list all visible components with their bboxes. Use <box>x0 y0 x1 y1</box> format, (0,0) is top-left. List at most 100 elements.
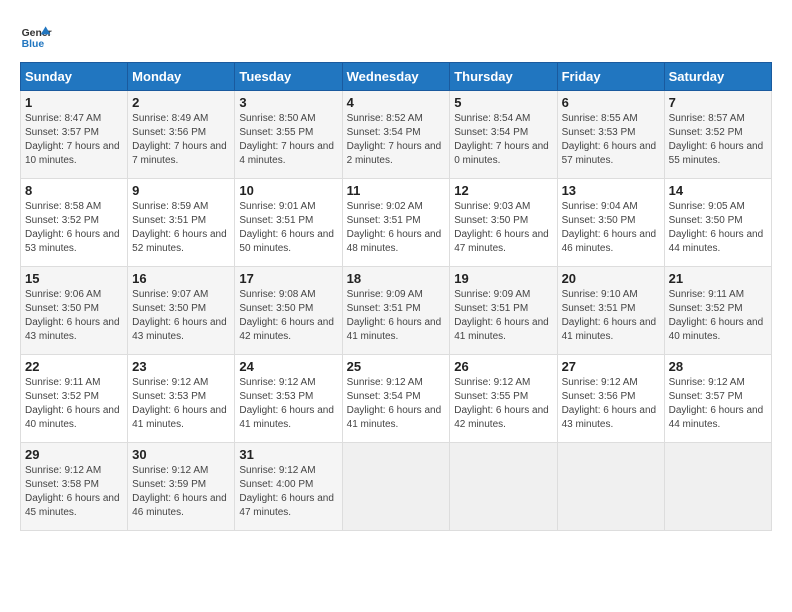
day-number: 6 <box>562 95 660 110</box>
day-info: Sunrise: 8:58 AMSunset: 3:52 PMDaylight:… <box>25 201 120 254</box>
table-row: 27 Sunrise: 9:12 AMSunset: 3:56 PMDaylig… <box>557 355 664 443</box>
day-info: Sunrise: 9:12 AMSunset: 3:53 PMDaylight:… <box>239 377 334 430</box>
table-row: 8 Sunrise: 8:58 AMSunset: 3:52 PMDayligh… <box>21 179 128 267</box>
page-header: General Blue <box>20 20 772 52</box>
table-row: 17 Sunrise: 9:08 AMSunset: 3:50 PMDaylig… <box>235 267 342 355</box>
day-number: 29 <box>25 447 123 462</box>
table-row <box>342 443 450 531</box>
calendar-week-row: 8 Sunrise: 8:58 AMSunset: 3:52 PMDayligh… <box>21 179 772 267</box>
day-number: 7 <box>669 95 767 110</box>
calendar-week-row: 22 Sunrise: 9:11 AMSunset: 3:52 PMDaylig… <box>21 355 772 443</box>
calendar-header-row: Sunday Monday Tuesday Wednesday Thursday… <box>21 63 772 91</box>
day-info: Sunrise: 8:55 AMSunset: 3:53 PMDaylight:… <box>562 113 657 166</box>
calendar-week-row: 29 Sunrise: 9:12 AMSunset: 3:58 PMDaylig… <box>21 443 772 531</box>
col-sunday: Sunday <box>21 63 128 91</box>
col-wednesday: Wednesday <box>342 63 450 91</box>
col-friday: Friday <box>557 63 664 91</box>
table-row: 13 Sunrise: 9:04 AMSunset: 3:50 PMDaylig… <box>557 179 664 267</box>
day-number: 11 <box>347 183 446 198</box>
table-row: 23 Sunrise: 9:12 AMSunset: 3:53 PMDaylig… <box>128 355 235 443</box>
col-thursday: Thursday <box>450 63 557 91</box>
day-number: 24 <box>239 359 337 374</box>
day-info: Sunrise: 9:12 AMSunset: 3:57 PMDaylight:… <box>669 377 764 430</box>
table-row: 30 Sunrise: 9:12 AMSunset: 3:59 PMDaylig… <box>128 443 235 531</box>
table-row: 24 Sunrise: 9:12 AMSunset: 3:53 PMDaylig… <box>235 355 342 443</box>
day-info: Sunrise: 9:12 AMSunset: 4:00 PMDaylight:… <box>239 465 334 518</box>
day-number: 28 <box>669 359 767 374</box>
day-number: 16 <box>132 271 230 286</box>
col-monday: Monday <box>128 63 235 91</box>
day-info: Sunrise: 9:09 AMSunset: 3:51 PMDaylight:… <box>347 289 442 342</box>
calendar-table: Sunday Monday Tuesday Wednesday Thursday… <box>20 62 772 531</box>
day-number: 25 <box>347 359 446 374</box>
day-number: 10 <box>239 183 337 198</box>
day-info: Sunrise: 9:12 AMSunset: 3:55 PMDaylight:… <box>454 377 549 430</box>
day-info: Sunrise: 9:01 AMSunset: 3:51 PMDaylight:… <box>239 201 334 254</box>
day-info: Sunrise: 8:52 AMSunset: 3:54 PMDaylight:… <box>347 113 442 166</box>
table-row: 7 Sunrise: 8:57 AMSunset: 3:52 PMDayligh… <box>664 91 771 179</box>
day-info: Sunrise: 9:03 AMSunset: 3:50 PMDaylight:… <box>454 201 549 254</box>
day-number: 4 <box>347 95 446 110</box>
table-row: 20 Sunrise: 9:10 AMSunset: 3:51 PMDaylig… <box>557 267 664 355</box>
day-number: 22 <box>25 359 123 374</box>
day-number: 15 <box>25 271 123 286</box>
col-saturday: Saturday <box>664 63 771 91</box>
day-info: Sunrise: 9:05 AMSunset: 3:50 PMDaylight:… <box>669 201 764 254</box>
table-row: 19 Sunrise: 9:09 AMSunset: 3:51 PMDaylig… <box>450 267 557 355</box>
svg-text:Blue: Blue <box>22 39 45 50</box>
day-info: Sunrise: 9:04 AMSunset: 3:50 PMDaylight:… <box>562 201 657 254</box>
calendar-body: 1 Sunrise: 8:47 AMSunset: 3:57 PMDayligh… <box>21 91 772 531</box>
day-info: Sunrise: 9:12 AMSunset: 3:58 PMDaylight:… <box>25 465 120 518</box>
table-row: 4 Sunrise: 8:52 AMSunset: 3:54 PMDayligh… <box>342 91 450 179</box>
day-info: Sunrise: 9:06 AMSunset: 3:50 PMDaylight:… <box>25 289 120 342</box>
day-number: 20 <box>562 271 660 286</box>
table-row: 21 Sunrise: 9:11 AMSunset: 3:52 PMDaylig… <box>664 267 771 355</box>
table-row: 29 Sunrise: 9:12 AMSunset: 3:58 PMDaylig… <box>21 443 128 531</box>
day-number: 18 <box>347 271 446 286</box>
logo: General Blue <box>20 20 52 52</box>
col-tuesday: Tuesday <box>235 63 342 91</box>
day-info: Sunrise: 9:09 AMSunset: 3:51 PMDaylight:… <box>454 289 549 342</box>
logo-icon: General Blue <box>20 20 52 52</box>
table-row <box>557 443 664 531</box>
day-number: 3 <box>239 95 337 110</box>
day-info: Sunrise: 8:54 AMSunset: 3:54 PMDaylight:… <box>454 113 549 166</box>
day-info: Sunrise: 8:47 AMSunset: 3:57 PMDaylight:… <box>25 113 120 166</box>
table-row: 15 Sunrise: 9:06 AMSunset: 3:50 PMDaylig… <box>21 267 128 355</box>
table-row: 12 Sunrise: 9:03 AMSunset: 3:50 PMDaylig… <box>450 179 557 267</box>
table-row: 11 Sunrise: 9:02 AMSunset: 3:51 PMDaylig… <box>342 179 450 267</box>
table-row: 10 Sunrise: 9:01 AMSunset: 3:51 PMDaylig… <box>235 179 342 267</box>
table-row <box>664 443 771 531</box>
table-row: 16 Sunrise: 9:07 AMSunset: 3:50 PMDaylig… <box>128 267 235 355</box>
table-row: 2 Sunrise: 8:49 AMSunset: 3:56 PMDayligh… <box>128 91 235 179</box>
day-number: 2 <box>132 95 230 110</box>
day-info: Sunrise: 9:08 AMSunset: 3:50 PMDaylight:… <box>239 289 334 342</box>
day-info: Sunrise: 8:49 AMSunset: 3:56 PMDaylight:… <box>132 113 227 166</box>
table-row: 28 Sunrise: 9:12 AMSunset: 3:57 PMDaylig… <box>664 355 771 443</box>
day-number: 5 <box>454 95 552 110</box>
day-number: 21 <box>669 271 767 286</box>
day-number: 9 <box>132 183 230 198</box>
table-row: 9 Sunrise: 8:59 AMSunset: 3:51 PMDayligh… <box>128 179 235 267</box>
table-row: 31 Sunrise: 9:12 AMSunset: 4:00 PMDaylig… <box>235 443 342 531</box>
day-info: Sunrise: 8:57 AMSunset: 3:52 PMDaylight:… <box>669 113 764 166</box>
calendar-week-row: 15 Sunrise: 9:06 AMSunset: 3:50 PMDaylig… <box>21 267 772 355</box>
day-info: Sunrise: 9:11 AMSunset: 3:52 PMDaylight:… <box>25 377 120 430</box>
day-number: 27 <box>562 359 660 374</box>
day-info: Sunrise: 9:12 AMSunset: 3:59 PMDaylight:… <box>132 465 227 518</box>
day-number: 1 <box>25 95 123 110</box>
day-number: 13 <box>562 183 660 198</box>
day-number: 23 <box>132 359 230 374</box>
day-number: 12 <box>454 183 552 198</box>
day-number: 30 <box>132 447 230 462</box>
table-row: 14 Sunrise: 9:05 AMSunset: 3:50 PMDaylig… <box>664 179 771 267</box>
table-row: 1 Sunrise: 8:47 AMSunset: 3:57 PMDayligh… <box>21 91 128 179</box>
day-info: Sunrise: 8:50 AMSunset: 3:55 PMDaylight:… <box>239 113 334 166</box>
day-info: Sunrise: 9:12 AMSunset: 3:53 PMDaylight:… <box>132 377 227 430</box>
day-info: Sunrise: 9:02 AMSunset: 3:51 PMDaylight:… <box>347 201 442 254</box>
day-info: Sunrise: 9:10 AMSunset: 3:51 PMDaylight:… <box>562 289 657 342</box>
table-row: 18 Sunrise: 9:09 AMSunset: 3:51 PMDaylig… <box>342 267 450 355</box>
table-row: 5 Sunrise: 8:54 AMSunset: 3:54 PMDayligh… <box>450 91 557 179</box>
day-info: Sunrise: 9:12 AMSunset: 3:56 PMDaylight:… <box>562 377 657 430</box>
day-number: 14 <box>669 183 767 198</box>
